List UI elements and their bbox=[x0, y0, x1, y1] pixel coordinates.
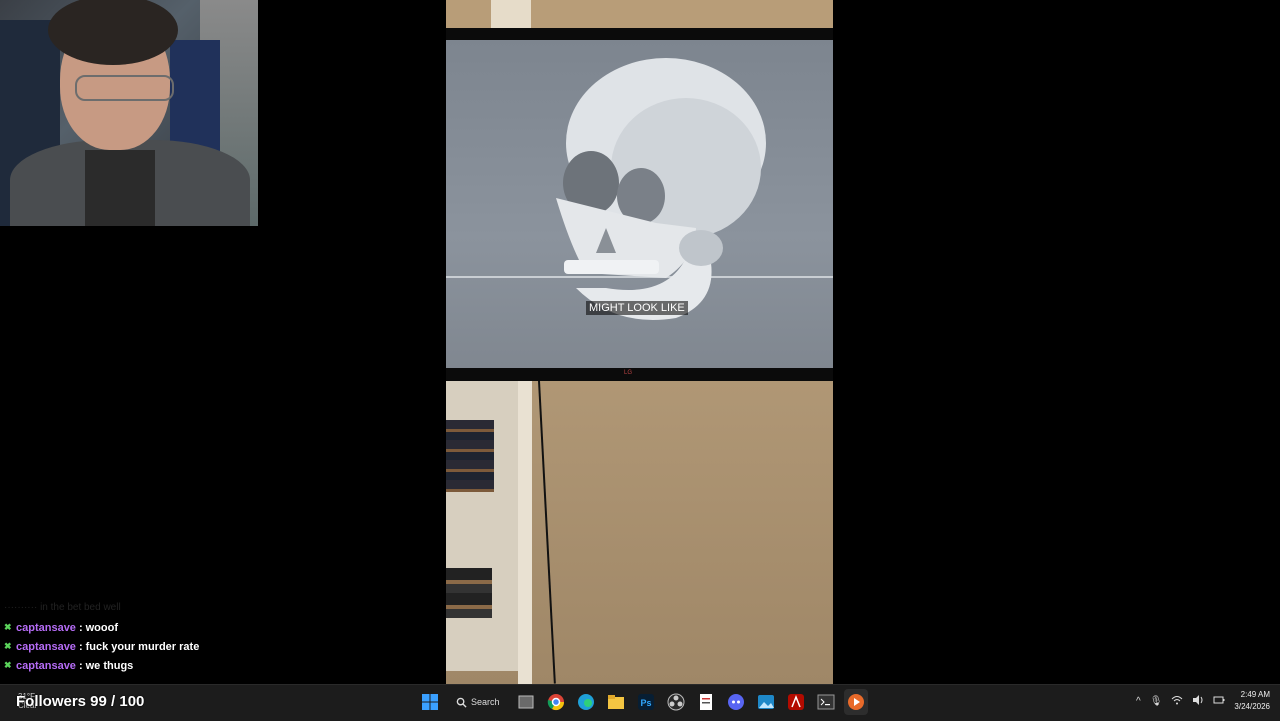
taskbar-apps: Search Ps bbox=[418, 689, 868, 715]
chat-text: wooof bbox=[85, 621, 118, 634]
task-view-icon[interactable] bbox=[514, 689, 538, 715]
obs-icon[interactable] bbox=[664, 689, 688, 715]
streamer-shirt bbox=[85, 150, 155, 226]
discord-icon[interactable] bbox=[724, 689, 748, 715]
door-frame bbox=[491, 0, 531, 28]
edge-icon[interactable] bbox=[574, 689, 598, 715]
chat-message: ✖ captansave : fuck your murder rate bbox=[4, 637, 424, 656]
chevron-up-icon[interactable]: ^ bbox=[1136, 696, 1141, 707]
clock-time: 2:49 AM bbox=[1240, 690, 1270, 699]
streamer-glasses bbox=[75, 75, 174, 101]
skull-image bbox=[556, 58, 766, 320]
battery-icon[interactable] bbox=[1213, 695, 1225, 708]
search-icon bbox=[456, 697, 467, 708]
file-explorer-icon[interactable] bbox=[604, 689, 628, 715]
taskbar-clock[interactable]: 2:49 AM 3/24/2026 bbox=[1234, 689, 1270, 713]
books-lower bbox=[446, 568, 492, 618]
chat-username: captansave bbox=[16, 621, 76, 634]
taskbar-search-button[interactable]: Search bbox=[448, 689, 508, 715]
subscriber-badge-icon: ✖ bbox=[4, 660, 12, 670]
tv-brand-logo: LG bbox=[624, 370, 633, 376]
notepad-icon[interactable] bbox=[694, 689, 718, 715]
subscriber-badge-icon: ✖ bbox=[4, 641, 12, 651]
tv-screen: MIGHT LOOK LIKE bbox=[446, 40, 833, 368]
photoshop-icon[interactable]: Ps bbox=[634, 689, 658, 715]
windows-taskbar: 31°F Clear Search Ps ^ 🎙 2:49 AM 3/24/20… bbox=[0, 684, 1280, 721]
chat-message: ✖ captansave : we thugs bbox=[4, 656, 424, 675]
system-tray: ^ 🎙 2:49 AM 3/24/2026 bbox=[1136, 689, 1270, 713]
chat-separator: : bbox=[78, 621, 83, 634]
terminal-icon[interactable] bbox=[814, 689, 838, 715]
chrome-icon[interactable] bbox=[544, 689, 568, 715]
photos-icon[interactable] bbox=[754, 689, 778, 715]
svg-text:Ps: Ps bbox=[640, 698, 651, 708]
chat-text: we thugs bbox=[85, 659, 134, 672]
chat-separator: : bbox=[78, 659, 83, 672]
adobe-acrobat-icon[interactable] bbox=[784, 689, 808, 715]
clock-date: 3/24/2026 bbox=[1234, 702, 1270, 711]
books-upper bbox=[446, 420, 494, 492]
windows-start-icon[interactable] bbox=[418, 689, 442, 715]
door-trim bbox=[518, 381, 532, 684]
microphone-icon[interactable]: 🎙 bbox=[1150, 696, 1163, 707]
followers-goal-counter: Followers 99 / 100 bbox=[16, 693, 145, 710]
chat-faded-line: ·········· in the bet bed well bbox=[4, 602, 121, 613]
chat-text: fuck your murder rate bbox=[85, 640, 200, 653]
video-player[interactable]: MIGHT LOOK LIKE LG bbox=[446, 0, 833, 684]
chat-message: ✖ captansave : wooof bbox=[4, 618, 424, 637]
wifi-icon[interactable] bbox=[1171, 695, 1183, 708]
chat-overlay: ·········· in the bet bed well ✖ captans… bbox=[4, 602, 424, 675]
video-subtitle: MIGHT LOOK LIKE bbox=[586, 301, 688, 315]
volume-icon[interactable] bbox=[1192, 694, 1204, 708]
chat-separator: : bbox=[78, 640, 83, 653]
chat-username: captansave bbox=[16, 640, 76, 653]
chat-username: captansave bbox=[16, 659, 76, 672]
search-label: Search bbox=[471, 697, 500, 707]
media-player-icon[interactable] bbox=[843, 689, 868, 715]
subscriber-badge-icon: ✖ bbox=[4, 622, 12, 632]
streamer-webcam bbox=[0, 0, 258, 226]
